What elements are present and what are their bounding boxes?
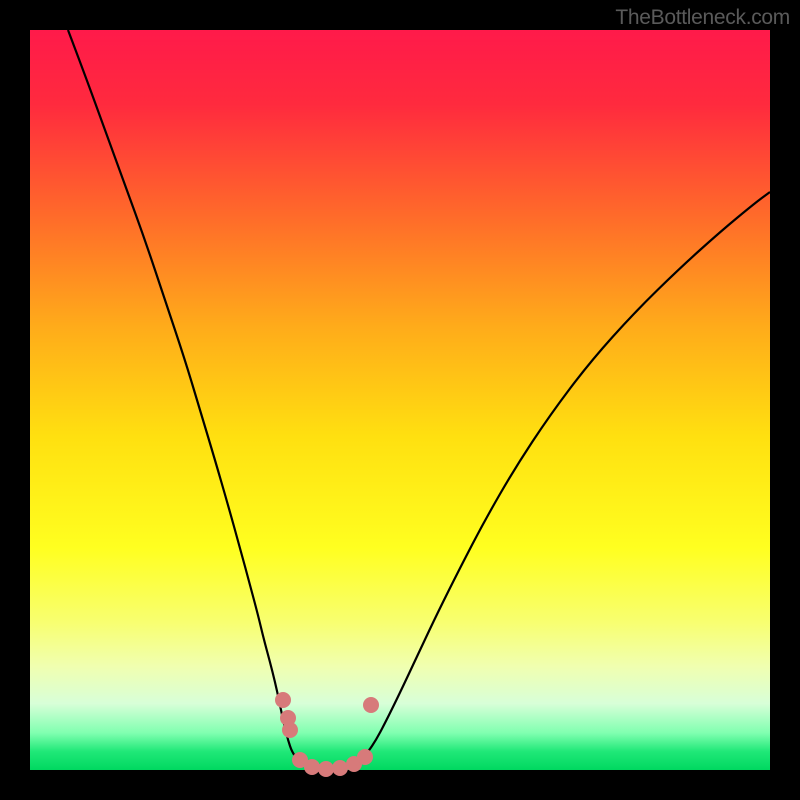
marker-point (304, 759, 320, 775)
marker-point (357, 749, 373, 765)
marker-point (275, 692, 291, 708)
marker-point (363, 697, 379, 713)
plot-background (30, 30, 770, 770)
watermark-text: TheBottleneck.com (615, 6, 790, 30)
bottleneck-chart (0, 0, 800, 800)
marker-point (318, 761, 334, 777)
marker-point (282, 722, 298, 738)
chart-container: TheBottleneck.com (0, 0, 800, 800)
marker-point (332, 760, 348, 776)
